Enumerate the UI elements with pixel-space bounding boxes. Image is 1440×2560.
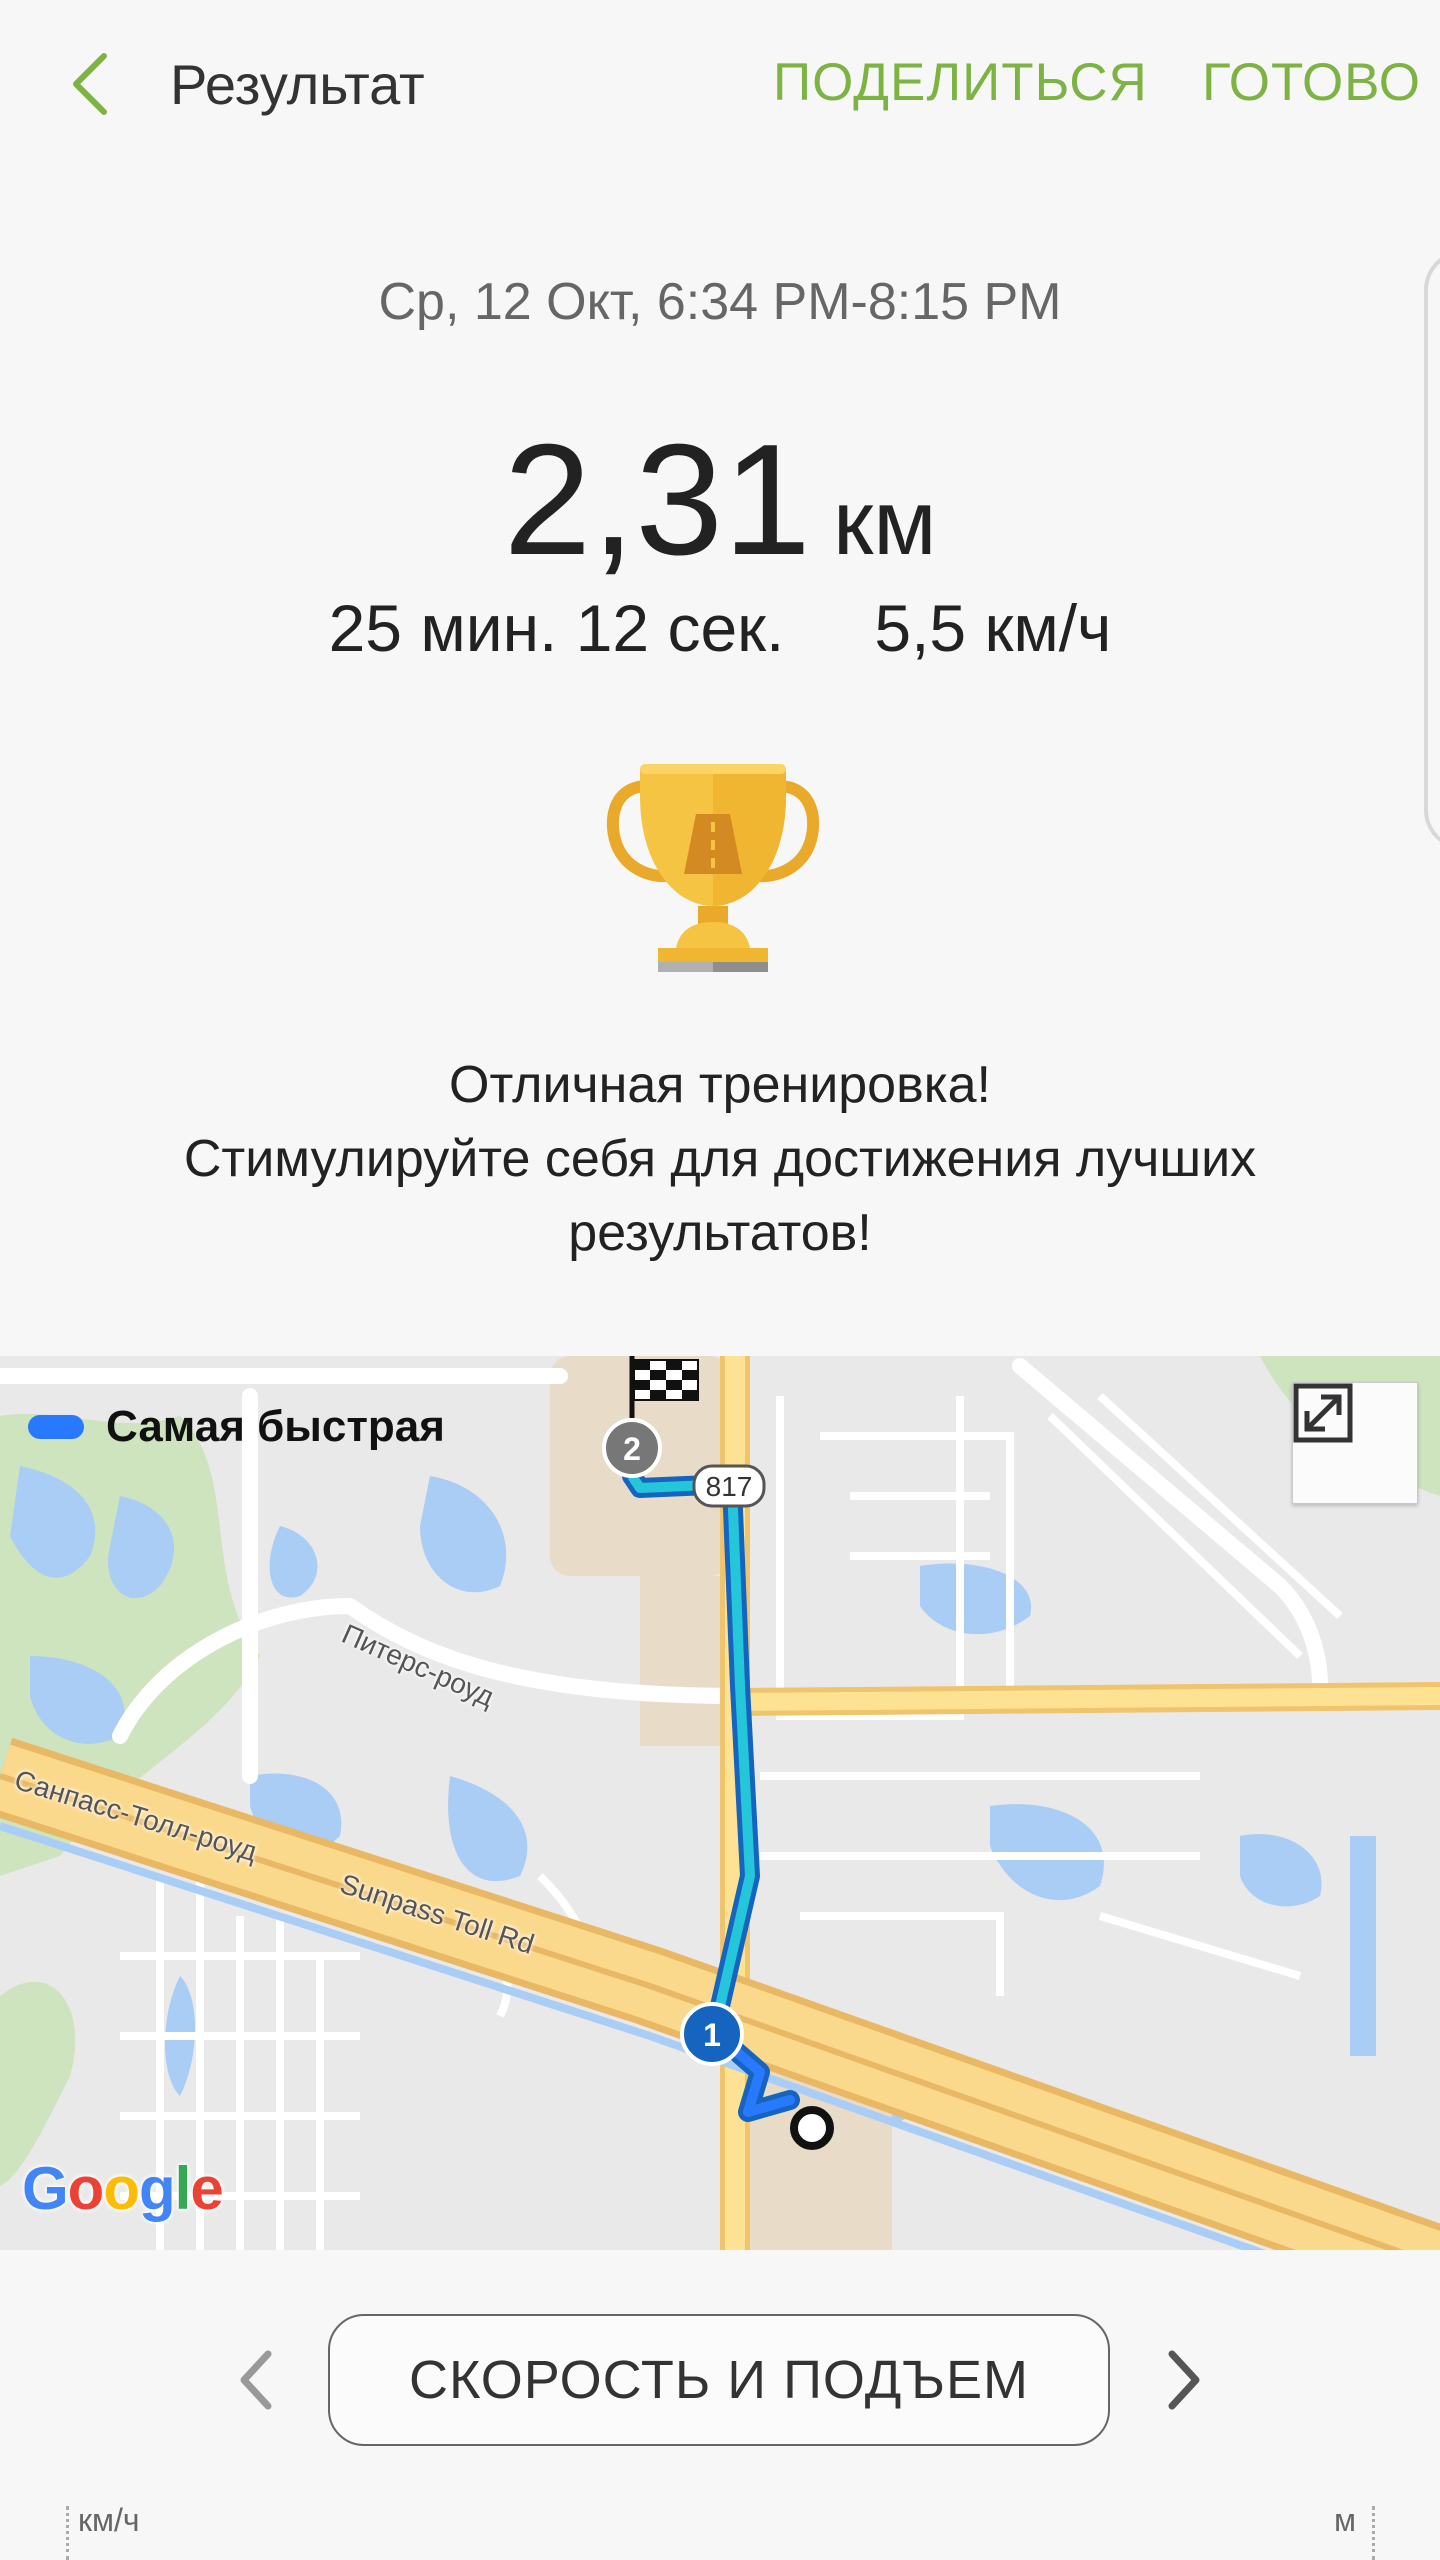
map-canvas: 2 817 1	[0, 1356, 1440, 2250]
legend-swatch	[28, 1415, 84, 1439]
motivation-message: Отличная тренировка! Стимулируйте себя д…	[0, 1048, 1440, 1270]
distance-display: 2,31 км	[0, 410, 1440, 591]
app-bar: Результат ПОДЕЛИТЬСЯ ГОТОВО	[0, 0, 1440, 170]
distance-value: 2,31	[503, 412, 811, 588]
back-button[interactable]	[52, 42, 128, 126]
graph-axis-right	[1372, 2506, 1375, 2560]
trophy-icon	[606, 764, 820, 972]
duration-value: 25 мин. 12 сек.	[328, 591, 785, 665]
avg-speed-value: 5,5 км/ч	[874, 591, 1112, 665]
message-subtext: Стимулируйте себя для достижения лучших …	[183, 1130, 1257, 1262]
chart-tab-selector[interactable]: СКОРОСТЬ И ПОДЪЕМ	[328, 2314, 1110, 2446]
expand-map-button[interactable]	[1292, 1382, 1418, 1504]
previous-tab-button[interactable]	[216, 2330, 296, 2430]
page-title: Результат	[170, 53, 425, 116]
finish-marker-label: 2	[623, 1431, 641, 1467]
message-headline: Отличная тренировка!	[449, 1056, 991, 1114]
google-logo: Google	[22, 2155, 224, 2222]
graph-right-unit: м	[1334, 2502, 1356, 2538]
workout-date-range: Ср, 12 Окт, 6:34 PM-8:15 PM	[378, 273, 1062, 331]
graph-left-unit: км/ч	[78, 2502, 140, 2538]
start-marker-label: 1	[703, 2017, 721, 2053]
chevron-left-icon	[73, 53, 107, 115]
share-button[interactable]: ПОДЕЛИТЬСЯ	[773, 52, 1148, 113]
chevron-left-icon	[240, 2350, 272, 2410]
chart-tab-nav: СКОРОСТЬ И ПОДЪЕМ	[0, 2300, 1440, 2460]
done-button[interactable]: ГОТОВО	[1202, 52, 1421, 113]
legend-label: Самая быстрая	[106, 1402, 445, 1451]
workout-stats: 25 мин. 12 сек. 5,5 км/ч	[0, 590, 1440, 666]
graph-axis-left	[66, 2506, 69, 2560]
next-tab-button[interactable]	[1144, 2330, 1224, 2430]
route-map[interactable]: 2 817 1 Питерс-роуд Санпасс-Толл-роуд Su…	[0, 1356, 1440, 2250]
expand-icon	[1293, 1383, 1353, 1443]
map-legend: Самая быстрая	[28, 1402, 445, 1452]
distance-unit: км	[833, 472, 937, 574]
road-shield-label: 817	[706, 1471, 753, 1502]
chevron-right-icon	[1168, 2350, 1200, 2410]
